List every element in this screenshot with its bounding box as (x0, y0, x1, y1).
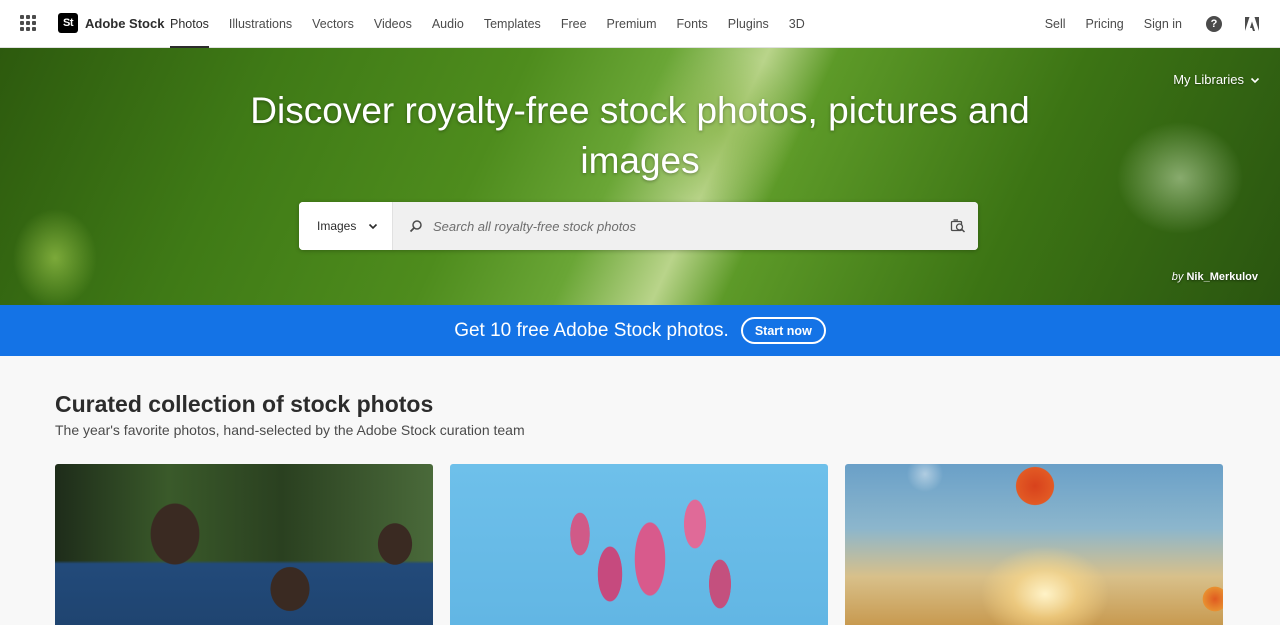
main-nav: Photos Illustrations Vectors Videos Audi… (160, 0, 815, 48)
start-now-button[interactable]: Start now (740, 317, 826, 344)
visual-search-icon (950, 219, 966, 233)
chevron-down-icon (368, 223, 378, 230)
nav-link-3d[interactable]: 3D (779, 0, 815, 48)
promo-text: Get 10 free Adobe Stock photos. (454, 319, 729, 341)
photo-credit-author-link[interactable]: Nik_Merkulov (1186, 271, 1258, 283)
search-field (393, 202, 978, 250)
photo-credit: by Nik_Merkulov (1172, 271, 1258, 283)
curated-photo-grid (55, 464, 1223, 625)
search-type-dropdown[interactable]: Images (299, 202, 393, 250)
nav-link-photos[interactable]: Photos (160, 0, 219, 48)
photo-credit-by: by (1171, 271, 1184, 283)
sign-in-link[interactable]: Sign in (1134, 0, 1192, 48)
nav-link-videos[interactable]: Videos (364, 0, 422, 48)
nav-link-free[interactable]: Free (551, 0, 597, 48)
nav-link-plugins[interactable]: Plugins (718, 0, 779, 48)
search-icon (409, 220, 422, 233)
curated-photo-card-cactus[interactable] (450, 464, 828, 625)
nav-link-audio[interactable]: Audio (422, 0, 474, 48)
curated-photo-card-beach[interactable] (845, 464, 1223, 625)
search-input[interactable] (433, 218, 938, 234)
pricing-link[interactable]: Pricing (1076, 0, 1134, 48)
brand-name: Adobe Stock (85, 15, 165, 31)
nav-link-vectors[interactable]: Vectors (302, 0, 364, 48)
hero-title: Discover royalty-free stock photos, pict… (250, 90, 1030, 181)
my-libraries-label: My Libraries (1173, 72, 1244, 87)
curated-section-subtitle: The year's favorite photos, hand-selecte… (55, 422, 525, 438)
search-bar: Images (299, 202, 978, 250)
curated-photo-card-portrait[interactable] (55, 464, 433, 625)
curated-section-title: Curated collection of stock photos (55, 391, 434, 417)
nav-link-illustrations[interactable]: Illustrations (219, 0, 302, 48)
search-type-label: Images (317, 219, 357, 233)
nav-link-fonts[interactable]: Fonts (667, 0, 718, 48)
hero-banner: Discover royalty-free stock photos, pict… (0, 48, 1280, 305)
app-switcher-icon[interactable] (20, 15, 36, 31)
visual-search-button[interactable] (938, 202, 978, 250)
nav-link-templates[interactable]: Templates (474, 0, 551, 48)
help-icon[interactable]: ? (1206, 16, 1222, 32)
nav-link-premium[interactable]: Premium (597, 0, 667, 48)
my-libraries-button[interactable]: My Libraries (1173, 72, 1260, 87)
promo-banner: Get 10 free Adobe Stock photos. Start no… (0, 305, 1280, 356)
adobe-logo-icon[interactable] (1244, 16, 1260, 32)
adobe-stock-logo-icon: St (58, 13, 78, 33)
sell-link[interactable]: Sell (1035, 0, 1076, 48)
chevron-down-icon (1250, 77, 1260, 83)
top-navigation: St Adobe Stock Photos Illustrations Vect… (0, 0, 1280, 48)
nav-right: Sell Pricing Sign in ? (1035, 0, 1260, 48)
brand-logo-link[interactable]: St Adobe Stock (58, 13, 164, 33)
